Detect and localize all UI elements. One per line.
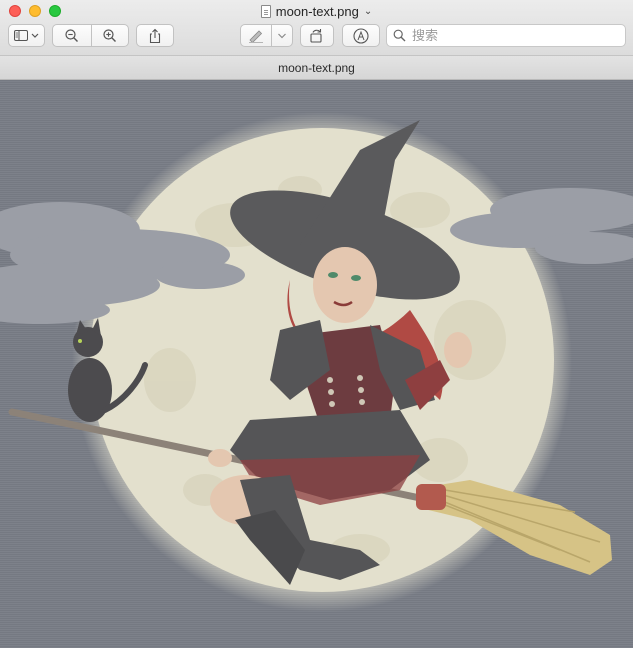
rotate-button[interactable] [300, 24, 334, 47]
title-bar: moon-text.png ⌄ [0, 0, 633, 56]
markup-toolbar-button[interactable] [342, 24, 380, 47]
chevron-down-icon [278, 33, 286, 38]
preview-window: moon-text.png ⌄ 搜索 moon-text.png [0, 0, 633, 648]
witch-face [313, 247, 377, 323]
sidebar-toggle-button[interactable] [8, 24, 45, 47]
search-field[interactable] [386, 24, 626, 47]
witch-eye-right [351, 275, 361, 281]
share-icon [149, 28, 161, 43]
zoom-out-button[interactable] [52, 24, 92, 47]
window-title-label: moon-text.png [275, 3, 359, 19]
markup-pen-button[interactable] [240, 24, 272, 47]
witch-eye-left [328, 272, 338, 278]
rotate-icon [310, 28, 322, 43]
image-canvas[interactable] [0, 80, 633, 648]
search-icon [393, 29, 406, 42]
markup-options-dropdown[interactable] [271, 24, 293, 47]
document-icon [260, 4, 271, 18]
witch-hand-broom [208, 449, 232, 467]
sidebar-icon [13, 29, 38, 41]
zoom-in-icon [103, 28, 116, 42]
witch-moon-illustration [0, 112, 633, 612]
tab-moon-text[interactable]: moon-text.png [278, 61, 355, 75]
zoom-in-button[interactable] [91, 24, 129, 47]
zoom-out-icon [65, 28, 78, 42]
pen-icon [249, 29, 263, 43]
markup-icon [353, 27, 369, 44]
broom-binding [416, 484, 446, 510]
share-button[interactable] [136, 24, 174, 47]
document-tab-bar: moon-text.png [0, 56, 633, 80]
window-title[interactable]: moon-text.png ⌄ [0, 2, 633, 20]
chevron-down-icon: ⌄ [363, 5, 373, 17]
cat-eye [78, 339, 82, 343]
search-input[interactable] [412, 28, 612, 43]
witch-hand [444, 332, 472, 368]
